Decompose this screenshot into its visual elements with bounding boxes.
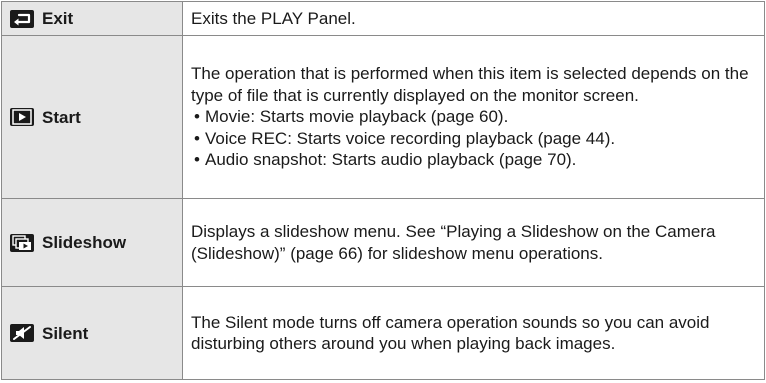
- item-description-cell: Displays a slideshow menu. See “Playing …: [182, 198, 765, 287]
- table-row-slideshow: Slideshow Displays a slideshow menu. See…: [1, 198, 765, 287]
- item-description: The Silent mode turns off camera operati…: [191, 312, 710, 354]
- item-description: Displays a slideshow menu. See “Playing …: [191, 222, 716, 263]
- item-name-cell: Exit: [1, 1, 183, 36]
- list-item: Movie: Starts movie playback (page 60).: [191, 106, 756, 128]
- silent-icon: [10, 324, 34, 343]
- item-name: Slideshow: [42, 233, 127, 253]
- item-description-cell: Exits the PLAY Panel.: [182, 1, 765, 36]
- item-description-cell: The operation that is performed when thi…: [182, 35, 765, 199]
- table-row-start: Start The operation that is performed wh…: [1, 35, 765, 199]
- play-panel-table: Exit Exits the PLAY Panel. Start The ope…: [1, 1, 765, 380]
- list-item: Audio snapshot: Starts audio playback (p…: [191, 149, 756, 171]
- exit-arrow-icon: [10, 9, 34, 28]
- table-row-exit: Exit Exits the PLAY Panel.: [1, 1, 765, 36]
- item-name-cell: Silent: [1, 286, 183, 380]
- bullet-list: Movie: Starts movie playback (page 60). …: [191, 106, 756, 171]
- item-description: Exits the PLAY Panel.: [191, 8, 356, 28]
- slideshow-icon: [10, 233, 34, 252]
- item-name-cell: Slideshow: [1, 198, 183, 287]
- table-row-silent: Silent The Silent mode turns off camera …: [1, 286, 765, 380]
- item-description: The operation that is performed when thi…: [191, 64, 749, 105]
- item-name: Exit: [42, 9, 74, 29]
- list-item: Voice REC: Starts voice recording playba…: [191, 128, 756, 150]
- item-name-cell: Start: [1, 35, 183, 199]
- item-name: Start: [42, 107, 81, 127]
- item-name: Silent: [42, 323, 89, 343]
- play-icon: [10, 108, 34, 127]
- item-description-cell: The Silent mode turns off camera operati…: [182, 286, 765, 380]
